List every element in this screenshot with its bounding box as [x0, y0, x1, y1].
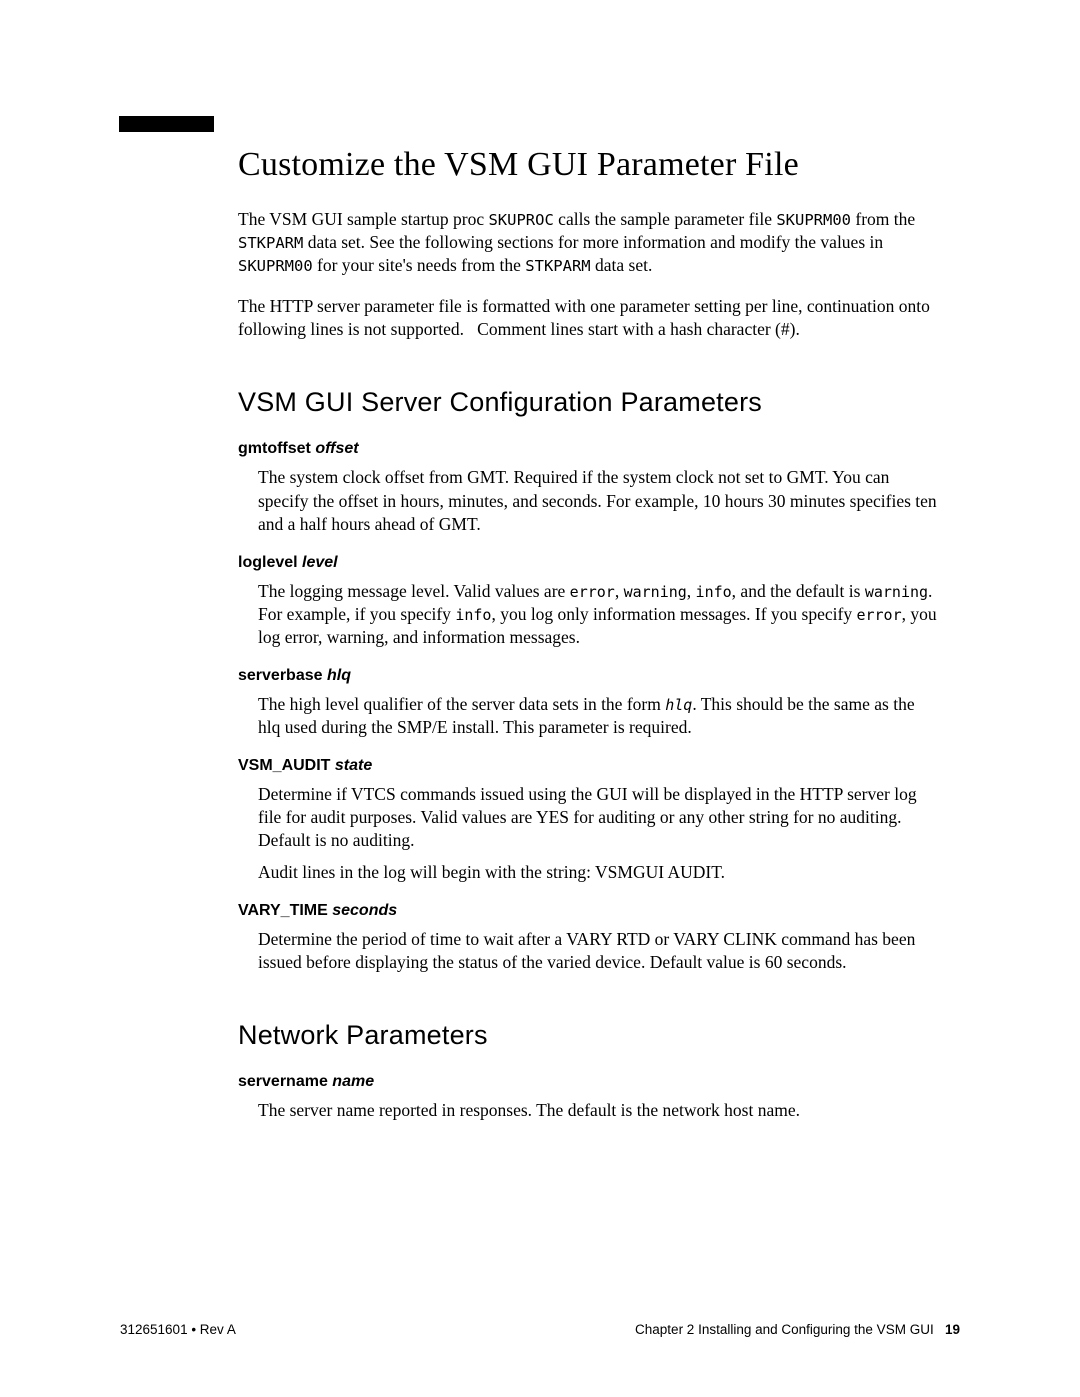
code-text: SKUPRM00: [776, 211, 851, 229]
code-text: warning: [624, 583, 687, 601]
header-rule-icon: [119, 116, 214, 132]
param-desc-text: Determine the period of time to wait aft…: [258, 928, 940, 974]
param-name: serverbase: [238, 667, 327, 684]
text: Comment lines start with a hash characte…: [473, 319, 800, 339]
param-desc-text: The system clock offset from GMT. Requir…: [258, 466, 940, 535]
code-text: info: [455, 606, 491, 624]
footer-page-number: 19: [945, 1322, 960, 1337]
param-desc: The server name reported in responses. T…: [258, 1099, 940, 1122]
param-arg: offset: [315, 440, 358, 457]
code-text: STKPARM: [525, 257, 590, 275]
text: data set.: [591, 255, 653, 275]
code-text: STKPARM: [238, 234, 303, 252]
param-desc: The high level qualifier of the server d…: [258, 693, 940, 739]
section-heading-network: Network Parameters: [238, 1020, 940, 1051]
code-text-italic: hlq: [665, 696, 692, 714]
code-text: info: [696, 583, 732, 601]
page-title: Customize the VSM GUI Parameter File: [238, 146, 940, 184]
text: for your site's needs from the: [313, 255, 526, 275]
param-arg: level: [302, 554, 338, 571]
param-block: serverbase hlqThe high level qualifier o…: [238, 667, 940, 739]
param-desc-text: The logging message level. Valid values …: [258, 580, 940, 649]
param-name: servername: [238, 1073, 332, 1090]
param-heading: gmtoffset offset: [238, 440, 940, 458]
param-heading: VSM_AUDIT state: [238, 757, 940, 775]
param-block: loglevel level The logging message level.…: [238, 554, 940, 649]
param-heading: servername name: [238, 1073, 940, 1091]
param-desc: The system clock offset from GMT. Requir…: [258, 466, 940, 535]
param-block: servername name The server name reported …: [238, 1073, 940, 1122]
param-arg: seconds: [332, 902, 397, 919]
text: data set. See the following sections for…: [303, 232, 883, 252]
param-block: VARY_TIME seconds Determine the period of…: [238, 902, 940, 974]
code-text: error: [570, 583, 615, 601]
param-name: VARY_TIME: [238, 902, 332, 919]
param-arg: name: [332, 1073, 374, 1090]
param-desc-text: The server name reported in responses. T…: [258, 1099, 940, 1122]
network-params-list: servername name The server name reported …: [238, 1073, 940, 1122]
param-name: loglevel: [238, 554, 302, 571]
param-heading: VARY_TIME seconds: [238, 902, 940, 920]
param-name: VSM_AUDIT: [238, 757, 335, 774]
param-desc: Determine the period of time to wait aft…: [258, 928, 940, 974]
code-text: warning: [865, 583, 928, 601]
intro-paragraph-2: The HTTP server parameter file is format…: [238, 295, 940, 341]
intro-paragraph-1: The VSM GUI sample startup proc SKUPROC …: [238, 208, 940, 277]
param-block: VSM_AUDIT state Determine if VTCS command…: [238, 757, 940, 883]
code-text: SKUPROC: [488, 211, 553, 229]
param-heading: loglevel level: [238, 554, 940, 572]
param-arg: hlq: [327, 667, 351, 684]
param-desc-text: Audit lines in the log will begin with t…: [258, 861, 940, 884]
code-text: SKUPRM00: [238, 257, 313, 275]
server-params-list: gmtoffset offset The system clock offset …: [238, 440, 940, 973]
param-desc: Determine if VTCS commands issued using …: [258, 783, 940, 883]
footer-left: 312651601 • Rev A: [120, 1322, 236, 1337]
param-arg: state: [335, 757, 372, 774]
param-block: gmtoffset offset The system clock offset …: [238, 440, 940, 535]
footer-chapter: Chapter 2 Installing and Configuring the…: [635, 1322, 934, 1337]
param-desc: The logging message level. Valid values …: [258, 580, 940, 649]
page: Customize the VSM GUI Parameter File The…: [0, 0, 1080, 1397]
text: The VSM GUI sample startup proc: [238, 209, 488, 229]
page-footer: 312651601 • Rev A Chapter 2 Installing a…: [120, 1322, 960, 1337]
content-column: Customize the VSM GUI Parameter File The…: [238, 146, 940, 1122]
param-name: gmtoffset: [238, 440, 315, 457]
text: calls the sample parameter file: [554, 209, 777, 229]
section-heading-server: VSM GUI Server Configuration Parameters: [238, 387, 940, 418]
footer-right: Chapter 2 Installing and Configuring the…: [635, 1322, 960, 1337]
param-desc-text: Determine if VTCS commands issued using …: [258, 783, 940, 852]
code-text: error: [856, 606, 901, 624]
param-heading: serverbase hlq: [238, 667, 940, 685]
param-desc-text: The high level qualifier of the server d…: [258, 693, 940, 739]
text: from the: [851, 209, 915, 229]
